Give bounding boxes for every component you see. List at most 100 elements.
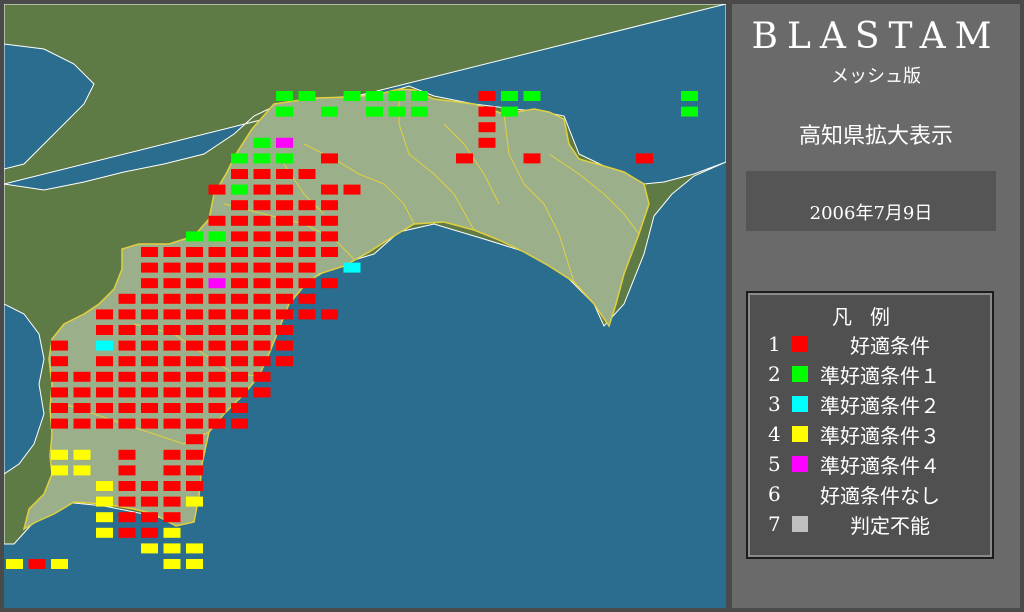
legend-swatch-magenta — [792, 456, 808, 472]
mesh-cell-suitable — [276, 325, 293, 335]
mesh-cell-suitable — [163, 278, 181, 289]
mesh-cell-suitable — [253, 262, 271, 273]
mesh-cell-suitable — [141, 387, 158, 398]
mesh-cell-suitable — [276, 293, 293, 304]
side-panel: BLASTAM メッシュ版 高知県拡大表示 2006年7月9日 凡例 1 好適条… — [732, 4, 1020, 608]
mesh-cell-semi-2 — [96, 340, 113, 351]
mesh-cell-semi-1 — [681, 106, 698, 117]
mesh-cell-semi-4 — [208, 278, 226, 289]
mesh-cell-suitable — [163, 325, 181, 335]
mesh-cell-semi-3 — [51, 465, 68, 476]
mesh-cell-suitable — [141, 325, 158, 335]
mesh-cell-semi-3 — [73, 465, 91, 476]
mesh-cell-suitable — [478, 106, 496, 117]
mesh-cell-semi-1 — [276, 106, 293, 117]
mesh-cell-suitable — [456, 153, 473, 164]
mesh-cell-suitable — [163, 449, 181, 460]
mesh-cell-suitable — [186, 465, 203, 476]
legend-num: 2 — [768, 362, 781, 386]
mesh-cell-suitable — [163, 247, 181, 257]
mesh-cell-suitable — [51, 356, 68, 367]
legend-num: 1 — [768, 332, 781, 356]
mesh-cell-suitable — [276, 278, 293, 289]
legend-swatch-none — [792, 486, 808, 502]
mesh-cell-semi-1 — [523, 91, 541, 101]
mesh-cell-suitable — [231, 418, 248, 429]
mesh-cell-suitable — [118, 496, 136, 507]
mesh-cell-suitable — [96, 403, 113, 413]
mesh-cell-suitable — [208, 403, 226, 413]
mesh-cell-suitable — [118, 465, 136, 476]
mesh-cell-suitable — [231, 231, 248, 242]
mesh-cell-suitable — [51, 387, 68, 398]
mesh-cell-suitable — [141, 293, 158, 304]
mesh-cell-suitable — [141, 496, 158, 507]
mesh-cell-suitable — [118, 293, 136, 304]
mesh-cell-suitable — [253, 356, 271, 367]
mesh-cell-suitable — [276, 169, 293, 179]
mesh-cell-suitable — [163, 418, 181, 429]
mesh-cell-suitable — [231, 340, 248, 351]
mesh-cell-suitable — [253, 293, 271, 304]
mesh-cell-semi-3 — [51, 559, 68, 569]
mesh-cell-semi-2 — [343, 262, 361, 273]
legend-item: 7 判定不能 — [768, 509, 930, 539]
mesh-cell-suitable — [141, 403, 158, 413]
mesh-cell-semi-1 — [366, 91, 383, 101]
mesh-cell-suitable — [186, 340, 203, 351]
mesh-cell-suitable — [321, 278, 338, 289]
mesh-cell-suitable — [208, 215, 226, 226]
legend: 凡例 1 好適条件 2 準好適条件１ 3 準好適条件２ 4 準好適条件３ 5 準… — [746, 291, 994, 559]
mesh-cell-suitable — [321, 200, 338, 211]
mesh-cell-semi-1 — [411, 91, 428, 101]
mesh-cell-semi-3 — [141, 543, 158, 554]
mesh-cell-suitable — [73, 371, 91, 382]
legend-num: 6 — [768, 482, 781, 506]
mesh-cell-suitable — [208, 387, 226, 398]
mesh-cell-suitable — [163, 371, 181, 382]
app-subtitle: メッシュ版 — [831, 66, 921, 87]
mesh-cell-suitable — [96, 387, 113, 398]
mesh-cell-semi-1 — [411, 106, 428, 117]
mesh-cell-suitable — [141, 371, 158, 382]
mesh-cell-suitable — [208, 309, 226, 320]
mesh-cell-suitable — [96, 356, 113, 367]
mesh-cell-semi-1 — [321, 106, 338, 117]
mesh-cell-semi-3 — [163, 543, 181, 554]
mesh-cell-semi-3 — [96, 512, 113, 523]
mesh-cell-suitable — [28, 559, 46, 569]
mesh-cell-suitable — [231, 403, 248, 413]
mesh-cell-suitable — [118, 325, 136, 335]
mesh-cell-suitable — [163, 512, 181, 523]
mesh-cell-suitable — [253, 247, 271, 257]
mesh-cell-suitable — [118, 481, 136, 491]
mesh-cell-suitable — [51, 418, 68, 429]
mesh-cell-suitable — [51, 403, 68, 413]
mesh-cell-suitable — [186, 418, 203, 429]
mesh-cell-suitable — [186, 371, 203, 382]
mesh-cell-suitable — [163, 340, 181, 351]
mesh-cell-suitable — [321, 215, 338, 226]
legend-num: 5 — [768, 452, 781, 476]
mesh-cell-semi-3 — [186, 543, 203, 554]
mesh-cell-suitable — [276, 247, 293, 257]
mesh-cell-suitable — [321, 184, 338, 195]
mesh-cell-suitable — [208, 262, 226, 273]
mesh-cell-suitable — [253, 278, 271, 289]
mesh-cell-semi-1 — [681, 91, 698, 101]
mesh-cell-suitable — [118, 340, 136, 351]
mesh-cell-suitable — [186, 262, 203, 273]
mesh-cell-suitable — [141, 247, 158, 257]
map-view[interactable] — [4, 4, 726, 608]
legend-label: 準好適条件２ — [820, 393, 940, 418]
mesh-cell-suitable — [163, 262, 181, 273]
mesh-cell-suitable — [118, 527, 136, 538]
mesh-cell-suitable — [231, 371, 248, 382]
mesh-cell-suitable — [321, 309, 338, 320]
legend-label: 準好適条件３ — [820, 423, 940, 448]
mesh-cell-suitable — [118, 371, 136, 382]
mesh-cell-suitable — [523, 153, 541, 164]
legend-swatch-cyan — [792, 396, 808, 412]
mesh-cell-suitable — [298, 309, 316, 320]
mesh-cell-suitable — [231, 200, 248, 211]
